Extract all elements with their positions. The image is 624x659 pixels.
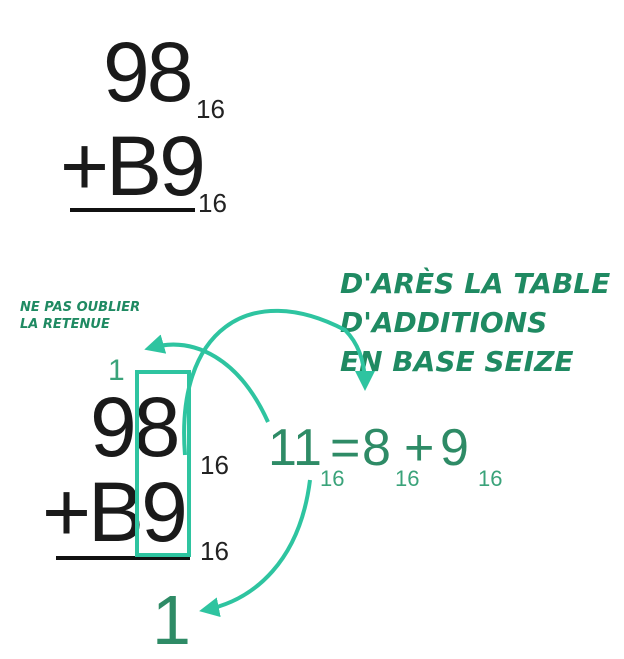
arrow-to-table-icon (182, 308, 375, 456)
arrow-to-carry-icon (144, 334, 270, 423)
arrow-overlay (135, 308, 375, 618)
arrow-to-result-icon (199, 479, 312, 618)
units-column-highlight (135, 370, 191, 557)
